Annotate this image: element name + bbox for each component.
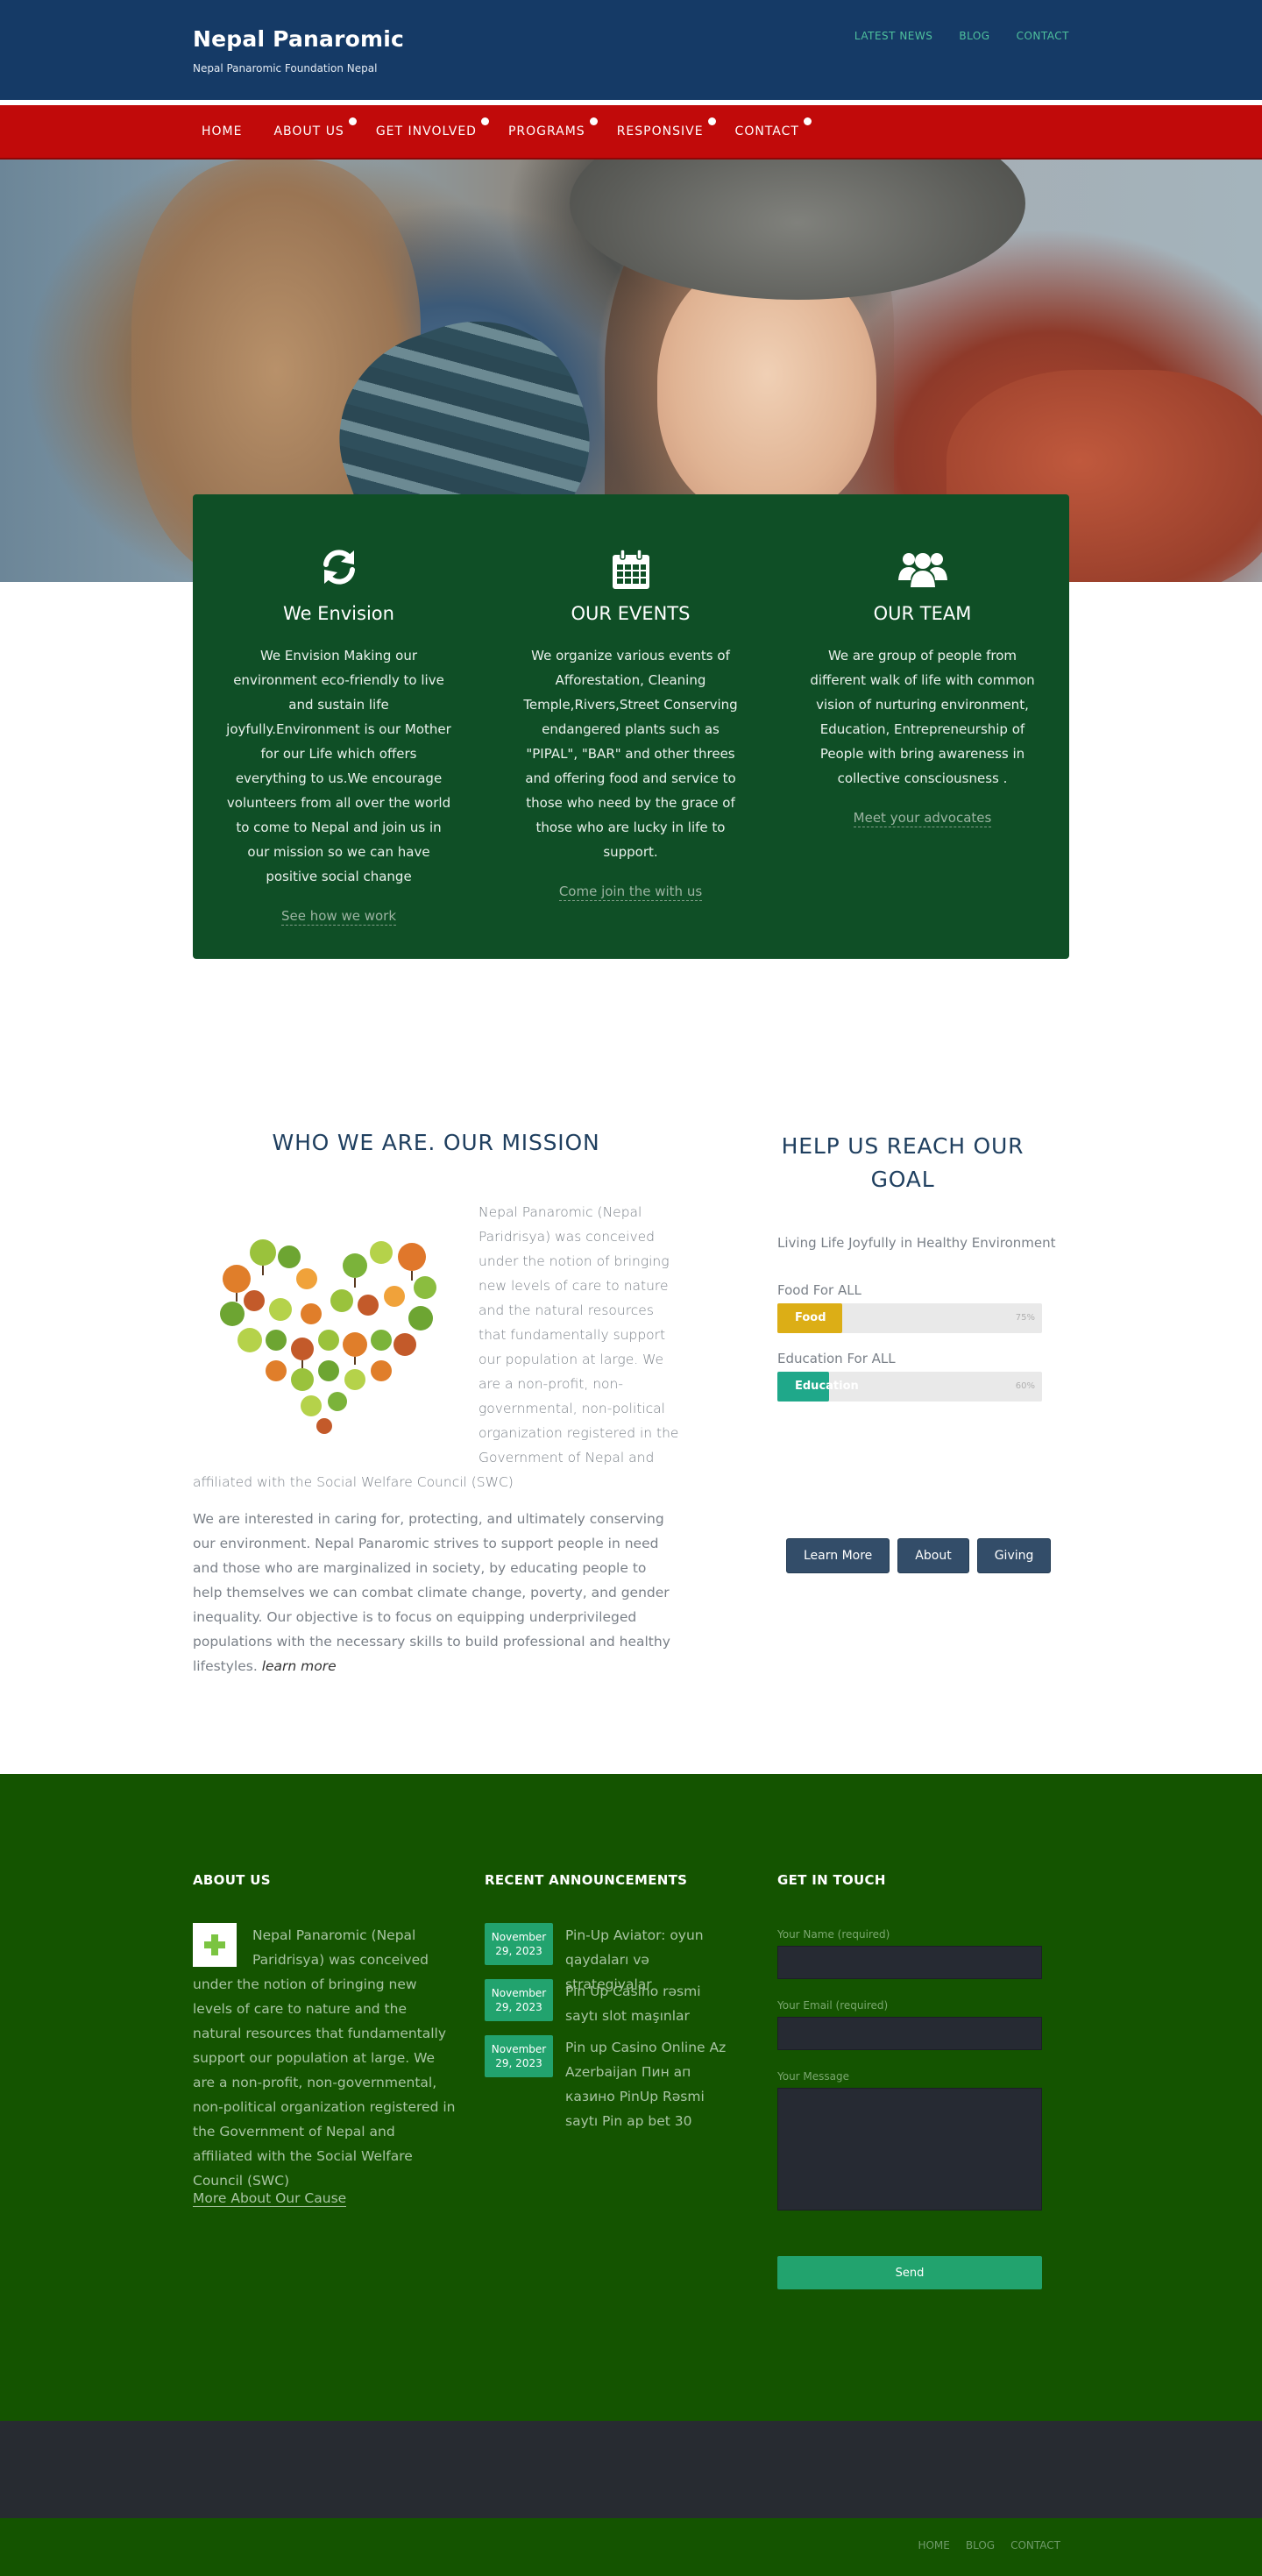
see-how-we-work-link[interactable]: See how we work xyxy=(280,908,397,926)
about-button[interactable]: About xyxy=(897,1538,969,1573)
calendar-icon xyxy=(611,549,651,589)
bar-label-food: Food For ALL xyxy=(777,1282,861,1298)
progress-bar-education: Education 60% xyxy=(777,1372,1042,1402)
mission-section: WHO WE ARE. OUR MISSION Nepal Panaromic … xyxy=(0,1060,1262,1774)
submenu-dot-icon xyxy=(480,117,489,125)
top-links: LATEST NEWS BLOG CONTACT xyxy=(854,30,1069,42)
mission-title: WHO WE ARE. OUR MISSION xyxy=(272,1130,600,1155)
feature-title: We Envision xyxy=(283,603,394,624)
announcement-date: November 29, 2023 xyxy=(485,1979,553,2021)
nav-item-home[interactable]: HOME xyxy=(202,124,242,138)
progress-fill-food: Food xyxy=(777,1303,842,1333)
nav-item-get-involved[interactable]: GET INVOLVED xyxy=(375,117,489,138)
name-label: Your Name (required) xyxy=(777,1928,890,1941)
progress-bar-food: Food 75% xyxy=(777,1303,1042,1333)
feature-events: OUR EVENTS We organize various events of… xyxy=(485,494,776,959)
footer-bottom-links: HOME BLOG CONTACT xyxy=(918,2539,1060,2551)
email-label: Your Email (required) xyxy=(777,1999,889,2012)
top-link-contact[interactable]: CONTACT xyxy=(1017,30,1069,42)
submenu-dot-icon xyxy=(707,117,716,125)
more-about-cause-link[interactable]: More About Our Cause xyxy=(193,2190,347,2207)
feature-text: We organize various events of Afforestat… xyxy=(523,648,738,860)
features-box: We Envision We Envision Making our envir… xyxy=(193,494,1069,959)
come-join-link[interactable]: Come join the with us xyxy=(558,884,703,901)
send-button[interactable]: Send xyxy=(777,2256,1042,2289)
nav-item-label: CONTACT xyxy=(734,124,799,138)
top-header: Nepal Panaromic Nepal Panaromic Foundati… xyxy=(0,0,1262,100)
footer-link-blog[interactable]: BLOG xyxy=(966,2539,995,2551)
nav-item-contact[interactable]: CONTACT xyxy=(734,117,812,138)
announcement-text[interactable]: Pin Up Casino rəsmi saytı slot maşınlar xyxy=(565,1979,732,2028)
message-label: Your Message xyxy=(777,2070,850,2083)
footer-link-home[interactable]: HOME xyxy=(918,2539,949,2551)
mission-paragraph-2: We are interested in caring for, protect… xyxy=(193,1507,679,1678)
goal-buttons: Learn More About Giving xyxy=(786,1538,1052,1573)
nav-item-about-us[interactable]: ABOUT US xyxy=(273,117,357,138)
feature-envision: We Envision We Envision Making our envir… xyxy=(193,494,485,959)
feature-title: OUR EVENTS xyxy=(571,603,691,624)
nav-item-programs[interactable]: PROGRAMS xyxy=(507,117,598,138)
contact-title: GET IN TOUCH xyxy=(777,1872,886,1888)
footer-about-text: Nepal Panaromic (Nepal Paridrisya) was c… xyxy=(193,1923,456,2193)
giving-button[interactable]: Giving xyxy=(976,1538,1052,1573)
nav-item-label: GET INVOLVED xyxy=(375,124,477,138)
features-section: We Envision We Envision Making our envir… xyxy=(0,494,1262,1060)
footer-link-contact[interactable]: CONTACT xyxy=(1010,2539,1060,2551)
mission-text-2: We are interested in caring for, protect… xyxy=(193,1511,670,1674)
main-nav: HOME ABOUT US GET INVOLVED PROGRAMS RESP… xyxy=(0,105,1262,160)
footer-dark-band xyxy=(0,2421,1262,2518)
nav-item-responsive[interactable]: RESPONSIVE xyxy=(616,117,716,138)
submenu-dot-icon xyxy=(589,117,598,125)
tree-heart-image xyxy=(202,1217,456,1440)
users-icon xyxy=(897,549,947,589)
top-link-blog[interactable]: BLOG xyxy=(959,30,989,42)
announcement-date: November 29, 2023 xyxy=(485,1923,553,1965)
site-title[interactable]: Nepal Panaromic xyxy=(193,26,404,52)
top-link-latest-news[interactable]: LATEST NEWS xyxy=(854,30,932,42)
goal-title: HELP US REACH OUR GOAL xyxy=(781,1133,1024,1192)
learn-more-button[interactable]: Learn More xyxy=(786,1538,890,1573)
submenu-dot-icon xyxy=(803,117,812,125)
feature-team: OUR TEAM We are group of people from dif… xyxy=(776,494,1068,959)
progress-percent: 75% xyxy=(1015,1313,1035,1323)
bar-label-education: Education For ALL xyxy=(777,1351,896,1366)
message-field[interactable] xyxy=(777,2088,1042,2211)
nav-item-label: ABOUT US xyxy=(273,124,344,138)
nav-item-label: RESPONSIVE xyxy=(616,124,704,138)
learn-more-link[interactable]: learn more xyxy=(262,1658,337,1674)
footer-bottom: HOME BLOG CONTACT xyxy=(0,2518,1262,2576)
announcements-title: RECENT ANNOUNCEMENTS xyxy=(485,1872,688,1888)
email-field[interactable] xyxy=(777,2017,1042,2050)
feature-text: We are group of people from different wa… xyxy=(810,648,1035,786)
progress-fill-education: Education xyxy=(777,1372,859,1402)
footer-widgets: ABOUT US Nepal Panaromic (Nepal Paridris… xyxy=(0,1774,1262,2421)
progress-percent: 60% xyxy=(1015,1381,1035,1391)
feature-title: OUR TEAM xyxy=(873,603,972,624)
meet-advocates-link[interactable]: Meet your advocates xyxy=(853,810,992,827)
nav-item-label: HOME xyxy=(202,124,243,138)
progress-tag: Education xyxy=(795,1380,859,1393)
submenu-dot-icon xyxy=(348,117,357,125)
progress-tag: Food xyxy=(795,1311,826,1324)
refresh-icon xyxy=(319,547,359,587)
nav-item-label: PROGRAMS xyxy=(507,124,585,138)
goal-intro: Living Life Joyfully in Healthy Environm… xyxy=(777,1235,1056,1251)
announcement-date: November 29, 2023 xyxy=(485,2035,553,2077)
name-field[interactable] xyxy=(777,1946,1042,1979)
plus-logo-icon xyxy=(193,1923,237,1967)
site-tagline: Nepal Panaromic Foundation Nepal xyxy=(193,62,378,75)
feature-text: We Envision Making our environment eco-f… xyxy=(226,648,451,884)
footer-about-title: ABOUT US xyxy=(193,1872,271,1888)
announcement-text[interactable]: Pin up Casino Online Az Azerbaijan Пин а… xyxy=(565,2035,732,2133)
